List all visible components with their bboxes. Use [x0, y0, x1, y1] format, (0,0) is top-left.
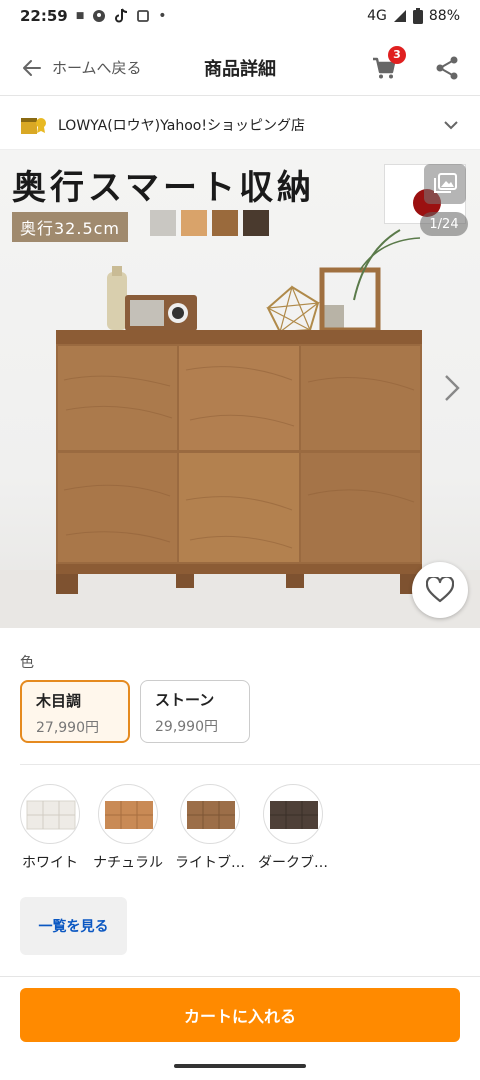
color-option-stone[interactable]: ストーン 29,990円	[140, 680, 250, 743]
network-label: 4G	[367, 8, 387, 24]
option-price: 27,990円	[36, 720, 99, 736]
swatch-natural	[181, 210, 207, 236]
store-row[interactable]: LOWYA(ロウヤ)Yahoo!ショッピング店	[0, 100, 480, 150]
add-to-cart-button[interactable]: カートに入れる	[20, 988, 460, 1042]
variant-light-brown[interactable]: ライトブ…	[170, 784, 250, 872]
store-name: LOWYA(ロウヤ)Yahoo!ショッピング店	[58, 117, 305, 134]
back-label: ホームへ戻る	[52, 59, 142, 77]
color-section-label: 色	[20, 655, 34, 671]
variant-label: ライトブ…	[175, 855, 245, 871]
option-name: 木目調	[36, 692, 82, 710]
variant-thumbnail	[180, 784, 240, 844]
arrow-left-icon	[23, 59, 41, 76]
home-indicator[interactable]	[174, 1064, 306, 1068]
swatch-grey	[150, 210, 176, 236]
status-right: 4G 88%	[367, 8, 460, 24]
hero-title: 奥行スマート収納	[12, 168, 315, 208]
variant-white[interactable]: ホワイト	[10, 784, 90, 872]
color-option-woodgrain[interactable]: 木目調 27,990円	[20, 680, 130, 743]
status-time: 22:59	[20, 7, 68, 25]
swatch-light-brown	[212, 210, 238, 236]
product-image-carousel[interactable]: 奥行スマート収納 奥行32.5cm 1/24	[0, 150, 480, 628]
dot-icon: •	[158, 8, 167, 24]
divider	[20, 764, 480, 765]
assistant-icon	[93, 10, 106, 22]
store-badge-icon	[21, 117, 46, 134]
heart-icon	[426, 577, 454, 603]
signal-icon	[393, 10, 406, 22]
tiktok-icon	[115, 8, 128, 23]
variant-thumbnail	[20, 784, 80, 844]
image-gallery-icon	[434, 173, 457, 193]
back-to-home-button[interactable]: ホームへ戻る	[20, 56, 142, 80]
app-header: ホームへ戻る 商品詳細 3	[0, 40, 480, 96]
option-price: 29,990円	[155, 719, 218, 735]
view-list-button[interactable]: 一覧を見る	[20, 897, 127, 955]
gallery-button[interactable]	[424, 164, 466, 204]
page-counter: 1/24	[420, 212, 468, 236]
tehu-icon: ■	[75, 10, 85, 21]
battery-label: 88%	[428, 8, 460, 24]
depth-tag: 奥行32.5cm	[12, 212, 129, 242]
cart-button[interactable]: 3	[370, 45, 406, 82]
status-icons: ■ •	[76, 8, 167, 24]
favorite-button[interactable]	[412, 562, 468, 618]
battery-icon	[412, 8, 423, 24]
swatch-dark-brown	[243, 210, 269, 236]
variant-label: ナチュラル	[93, 855, 163, 871]
variant-thumbnail	[263, 784, 323, 844]
status-bar: 22:59 ■ • 4G 88%	[0, 0, 480, 32]
variant-label: ダークブ…	[258, 855, 328, 871]
chevron-right-icon[interactable]	[440, 370, 464, 406]
variant-label: ホワイト	[22, 855, 78, 871]
variant-dark-brown[interactable]: ダークブ…	[253, 784, 333, 872]
variant-natural[interactable]: ナチュラル	[88, 784, 168, 872]
chevron-down-icon	[444, 120, 458, 129]
square-icon	[137, 10, 150, 22]
bottom-bar-divider	[0, 976, 480, 977]
share-icon[interactable]	[434, 55, 460, 81]
cart-count-badge: 3	[388, 45, 406, 64]
option-name: ストーン	[155, 691, 215, 709]
variant-thumbnail	[98, 784, 158, 844]
